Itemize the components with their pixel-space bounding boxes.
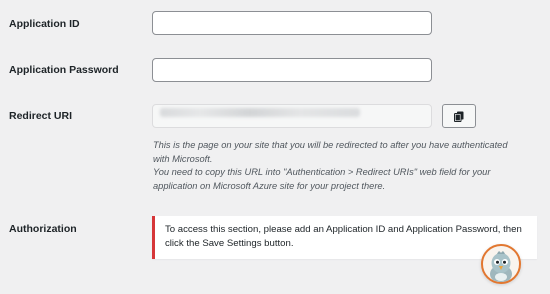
redirect-uri-value-blurred	[160, 108, 360, 117]
application-password-input[interactable]	[152, 58, 432, 82]
redirect-uri-description-line1: This is the page on your site that you w…	[153, 140, 508, 164]
authorization-notice: To access this section, please add an Ap…	[152, 216, 537, 259]
application-id-label: Application ID	[9, 18, 80, 30]
authorization-notice-text: To access this section, please add an Ap…	[165, 224, 522, 249]
application-password-label: Application Password	[9, 64, 119, 76]
redirect-uri-description: This is the page on your site that you w…	[153, 139, 523, 193]
bird-mascot-icon	[490, 251, 512, 282]
authorization-label: Authorization	[9, 223, 77, 235]
redirect-uri-description-line2: You need to copy this URL into "Authenti…	[153, 167, 491, 191]
application-id-input[interactable]	[152, 11, 432, 35]
redirect-uri-label: Redirect URI	[9, 110, 73, 122]
help-mascot-button[interactable]	[481, 244, 521, 284]
copy-redirect-uri-button[interactable]	[442, 104, 476, 128]
copy-icon	[454, 111, 464, 122]
